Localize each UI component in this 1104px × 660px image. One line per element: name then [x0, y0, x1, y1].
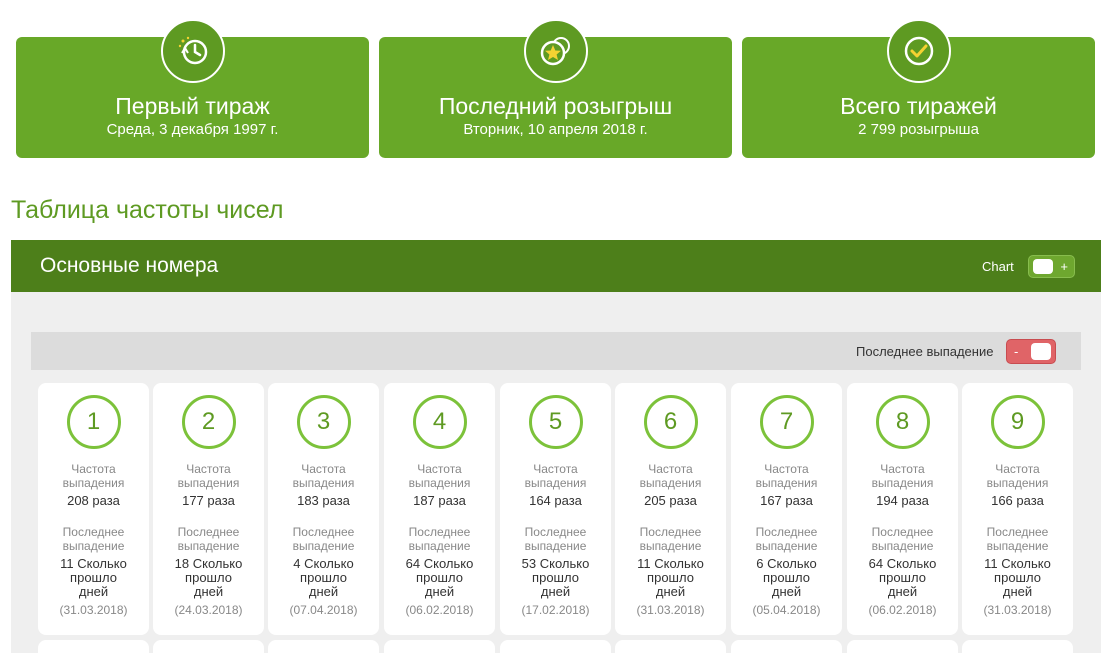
- next-row-card: [384, 640, 495, 660]
- total-draws-title: Всего тиражей: [840, 93, 997, 119]
- days-since-value: 11 Сколько прошло дней: [984, 556, 1051, 599]
- last-occurrence-caption: Последнее выпадение: [871, 525, 934, 553]
- last-occurrence-caption: Последнее выпадение: [639, 525, 702, 553]
- filter-bar: Последнее выпадение -: [31, 332, 1081, 370]
- number-card: 4 Частота выпадения 187 раза Последнее выпа…: [384, 383, 495, 635]
- frequency-value: 177 раза: [182, 493, 235, 508]
- last-occurrence-date: (24.03.2018): [174, 603, 243, 617]
- last-occurrence-date: (17.02.2018): [521, 603, 590, 617]
- frequency-value: 205 раза: [644, 493, 697, 508]
- first-draw-title: Первый тираж: [115, 93, 270, 119]
- last-occurrence-date: (31.03.2018): [983, 603, 1052, 617]
- last-occurrence-date: (05.04.2018): [752, 603, 821, 617]
- next-row-card: [731, 640, 842, 660]
- frequency-label: Частота выпадения: [62, 462, 125, 490]
- last-occurrence-label: Последнее выпадение: [856, 344, 994, 359]
- frequency-value: 183 раза: [297, 493, 350, 508]
- panel-title: Основные номера: [40, 254, 219, 277]
- last-occurrence-caption: Последнее выпадение: [524, 525, 587, 553]
- last-draw-title: Последний розыгрыш: [438, 93, 673, 119]
- days-since-value: 53 Сколько прошло дней: [521, 556, 590, 599]
- frequency-value: 187 раза: [413, 493, 466, 508]
- number-ball: 9: [990, 395, 1045, 449]
- days-since-value: 64 Сколько прошло дней: [405, 556, 474, 599]
- minus-icon: -: [1014, 344, 1019, 359]
- number-card: 1 Частота выпадения 208 раза Последнее выпа…: [38, 383, 149, 635]
- number-ball: 5: [528, 395, 583, 449]
- last-occurrence-date: (06.02.2018): [868, 603, 937, 617]
- frequency-label: Частота выпадения: [639, 462, 702, 490]
- frequency-value: 194 раза: [876, 493, 929, 508]
- toggle-knob: [1033, 259, 1053, 274]
- first-draw-card: Первый тираж Среда, 3 декабря 1997 г.: [16, 19, 369, 158]
- check-circle-icon: [886, 19, 951, 83]
- number-ball: 4: [412, 395, 467, 449]
- days-since-value: 64 Сколько прошло дней: [868, 556, 937, 599]
- frequency-label: Частота выпадения: [292, 462, 355, 490]
- last-occurrence-date: (07.04.2018): [289, 603, 358, 617]
- next-row-card: [500, 640, 611, 660]
- star-coins-icon: [523, 19, 588, 83]
- toggle-knob: [1031, 343, 1051, 360]
- next-row-card: [615, 640, 726, 660]
- last-draw-card: Последний розыгрыш Вторник, 10 апреля 20…: [379, 19, 732, 158]
- last-occurrence-caption: Последнее выпадение: [408, 525, 471, 553]
- frequency-label: Частота выпадения: [871, 462, 934, 490]
- last-occurrence-caption: Последнее выпадение: [755, 525, 818, 553]
- next-row-card: [268, 640, 379, 660]
- number-ball: 6: [643, 395, 698, 449]
- frequency-label: Частота выпадения: [524, 462, 587, 490]
- days-since-value: 11 Сколько прошло дней: [60, 556, 127, 599]
- number-ball: 7: [759, 395, 814, 449]
- last-occurrence-date: (06.02.2018): [405, 603, 474, 617]
- next-row-card: [38, 640, 149, 660]
- number-ball: 1: [66, 395, 121, 449]
- frequency-label: Частота выпадения: [177, 462, 240, 490]
- frequency-value: 164 раза: [529, 493, 582, 508]
- last-occurrence-caption: Последнее выпадение: [986, 525, 1049, 553]
- number-card: 5 Частота выпадения 164 раза Последнее выпа…: [500, 383, 611, 635]
- frequency-label: Частота выпадения: [755, 462, 818, 490]
- plus-icon: +: [1060, 259, 1068, 274]
- total-draws-card: Всего тиражей 2 799 розыгрыша: [742, 19, 1095, 158]
- days-since-value: 18 Сколько прошло дней: [174, 556, 243, 599]
- last-occurrence-date: (31.03.2018): [59, 603, 128, 617]
- frequency-value: 167 раза: [760, 493, 813, 508]
- stats-cards: Первый тираж Среда, 3 декабря 1997 г. По…: [0, 0, 1104, 170]
- last-occurrence-caption: Последнее выпадение: [62, 525, 125, 553]
- chart-toggle-label: Chart: [982, 259, 1014, 274]
- number-ball: 8: [875, 395, 930, 449]
- next-row-card: [847, 640, 958, 660]
- chart-toggle[interactable]: +: [1028, 255, 1075, 278]
- number-card: 9 Частота выпадения 166 раза Последнее выпа…: [962, 383, 1073, 635]
- frequency-label: Частота выпадения: [986, 462, 1049, 490]
- next-row-card: [153, 640, 264, 660]
- frequency-panel: Основные номера Chart + Последнее выпаде…: [11, 240, 1101, 660]
- frequency-value: 166 раза: [991, 493, 1044, 508]
- number-card: 6 Частота выпадения 205 раза Последнее выпа…: [615, 383, 726, 635]
- last-occurrence-caption: Последнее выпадение: [292, 525, 355, 553]
- number-ball: 2: [181, 395, 236, 449]
- frequency-label: Частота выпадения: [408, 462, 471, 490]
- last-occurrence-caption: Последнее выпадение: [177, 525, 240, 553]
- days-since-value: 6 Сколько прошло дней: [756, 556, 817, 599]
- last-occurrence-date: (31.03.2018): [636, 603, 705, 617]
- number-card: 3 Частота выпадения 183 раза Последнее выпа…: [268, 383, 379, 635]
- number-card: 8 Частота выпадения 194 раза Последнее выпа…: [847, 383, 958, 635]
- number-ball: 3: [296, 395, 351, 449]
- panel-header: Основные номера Chart +: [11, 240, 1101, 292]
- first-draw-date: Среда, 3 декабря 1997 г.: [106, 121, 279, 138]
- history-clock-icon: [160, 19, 225, 83]
- number-card: 7 Частота выпадения 167 раза Последнее выпа…: [731, 383, 842, 635]
- number-card: 2 Частота выпадения 177 раза Последнее выпа…: [153, 383, 264, 635]
- last-occurrence-toggle[interactable]: -: [1006, 339, 1056, 364]
- last-draw-date: Вторник, 10 апреля 2018 г.: [463, 121, 648, 138]
- next-row-card: [962, 640, 1073, 660]
- days-since-value: 4 Сколько прошло дней: [293, 556, 354, 599]
- total-draws-count: 2 799 розыгрыша: [858, 121, 979, 138]
- section-title: Таблица частоты чисел: [11, 196, 284, 224]
- days-since-value: 11 Сколько прошло дней: [637, 556, 704, 599]
- frequency-value: 208 раза: [67, 493, 120, 508]
